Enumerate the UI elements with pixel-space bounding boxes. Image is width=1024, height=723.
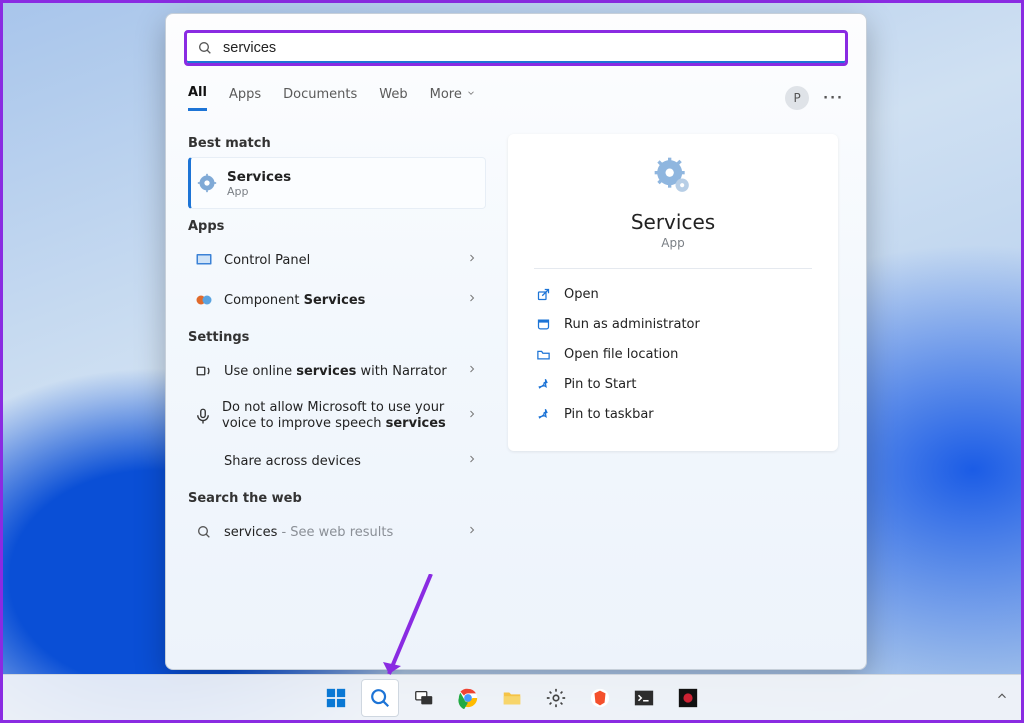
microphone-icon: [194, 406, 212, 426]
tab-all[interactable]: All: [188, 85, 207, 111]
action-label: Run as administrator: [564, 317, 700, 332]
chevron-down-icon: [466, 87, 476, 102]
taskbar-chrome-button[interactable]: [449, 679, 487, 717]
chevron-right-icon: [466, 408, 478, 424]
taskbar-task-view-button[interactable]: [405, 679, 443, 717]
pin-icon: [534, 407, 552, 422]
taskbar-app-button[interactable]: [669, 679, 707, 717]
action-open[interactable]: Open: [534, 279, 812, 309]
tray-show-hidden-icons[interactable]: [995, 689, 1009, 706]
search-input[interactable]: [223, 40, 837, 56]
result-label: Share across devices: [224, 454, 361, 469]
taskbar-file-explorer-button[interactable]: [493, 679, 531, 717]
narrator-icon: [194, 361, 214, 381]
result-web-search[interactable]: services - See web results: [188, 512, 486, 552]
tab-apps[interactable]: Apps: [229, 85, 261, 111]
details-type: App: [534, 236, 812, 250]
chevron-right-icon: [466, 252, 478, 268]
account-avatar[interactable]: P: [785, 86, 809, 110]
more-options-button[interactable]: ···: [823, 91, 844, 106]
result-share-across-devices[interactable]: Share across devices: [188, 441, 486, 481]
action-label: Pin to Start: [564, 377, 636, 392]
details-title: Services: [534, 210, 812, 234]
result-label: Component Services: [224, 293, 365, 308]
chevron-right-icon: [466, 524, 478, 540]
taskbar-search-button[interactable]: [361, 679, 399, 717]
search-box-row: [166, 14, 866, 74]
action-open-file-location[interactable]: Open file location: [534, 339, 812, 369]
section-apps: Apps: [188, 219, 486, 234]
result-label: Use online services with Narrator: [224, 364, 447, 379]
result-label: Do not allow Microsoft to use your voice…: [222, 400, 456, 433]
result-label: Control Panel: [224, 253, 310, 268]
pin-icon: [534, 377, 552, 392]
result-control-panel[interactable]: Control Panel: [188, 240, 486, 280]
action-pin-to-start[interactable]: Pin to Start: [534, 369, 812, 399]
search-icon: [194, 522, 214, 542]
result-label: services - See web results: [224, 525, 393, 540]
result-component-services[interactable]: Component Services: [188, 280, 486, 320]
chevron-right-icon: [466, 292, 478, 308]
taskbar-tray: [995, 689, 1009, 706]
result-title: Services: [227, 169, 291, 185]
open-icon: [534, 287, 552, 302]
result-speech-services[interactable]: Do not allow Microsoft to use your voice…: [188, 391, 486, 441]
services-gear-icon: [534, 156, 812, 196]
taskbar-terminal-button[interactable]: [625, 679, 663, 717]
action-label: Open file location: [564, 347, 678, 362]
windows-search-panel: All Apps Documents Web More P ··· Best m…: [165, 13, 867, 670]
control-panel-icon: [194, 250, 214, 270]
taskbar: [3, 674, 1021, 720]
tab-documents[interactable]: Documents: [283, 85, 357, 111]
chevron-right-icon: [466, 363, 478, 379]
search-icon: [195, 38, 215, 58]
result-narrator-services[interactable]: Use online services with Narrator: [188, 351, 486, 391]
tab-web[interactable]: Web: [379, 85, 407, 111]
folder-icon: [534, 347, 552, 362]
chevron-right-icon: [466, 453, 478, 469]
tab-more[interactable]: More: [430, 85, 476, 111]
result-type: App: [227, 185, 291, 198]
search-filter-tabs: All Apps Documents Web More P ···: [166, 74, 866, 114]
blank-icon: [194, 451, 214, 471]
taskbar-start-button[interactable]: [317, 679, 355, 717]
action-run-as-admin[interactable]: Run as administrator: [534, 309, 812, 339]
details-pane: Services App Open Run as administrator O…: [486, 114, 866, 669]
shield-icon: [534, 317, 552, 332]
action-label: Open: [564, 287, 599, 302]
result-services-app[interactable]: Services App: [188, 157, 486, 209]
results-list: Best match Services App Apps Control Pan…: [166, 114, 486, 669]
component-icon: [194, 290, 214, 310]
tab-more-label: More: [430, 87, 462, 102]
taskbar-settings-button[interactable]: [537, 679, 575, 717]
section-search-web: Search the web: [188, 491, 486, 506]
details-card: Services App Open Run as administrator O…: [508, 134, 838, 451]
action-label: Pin to taskbar: [564, 407, 654, 422]
taskbar-brave-button[interactable]: [581, 679, 619, 717]
gear-icon: [197, 173, 217, 193]
section-settings: Settings: [188, 330, 486, 345]
section-best-match: Best match: [188, 136, 486, 151]
search-box[interactable]: [184, 30, 848, 66]
action-pin-to-taskbar[interactable]: Pin to taskbar: [534, 399, 812, 429]
